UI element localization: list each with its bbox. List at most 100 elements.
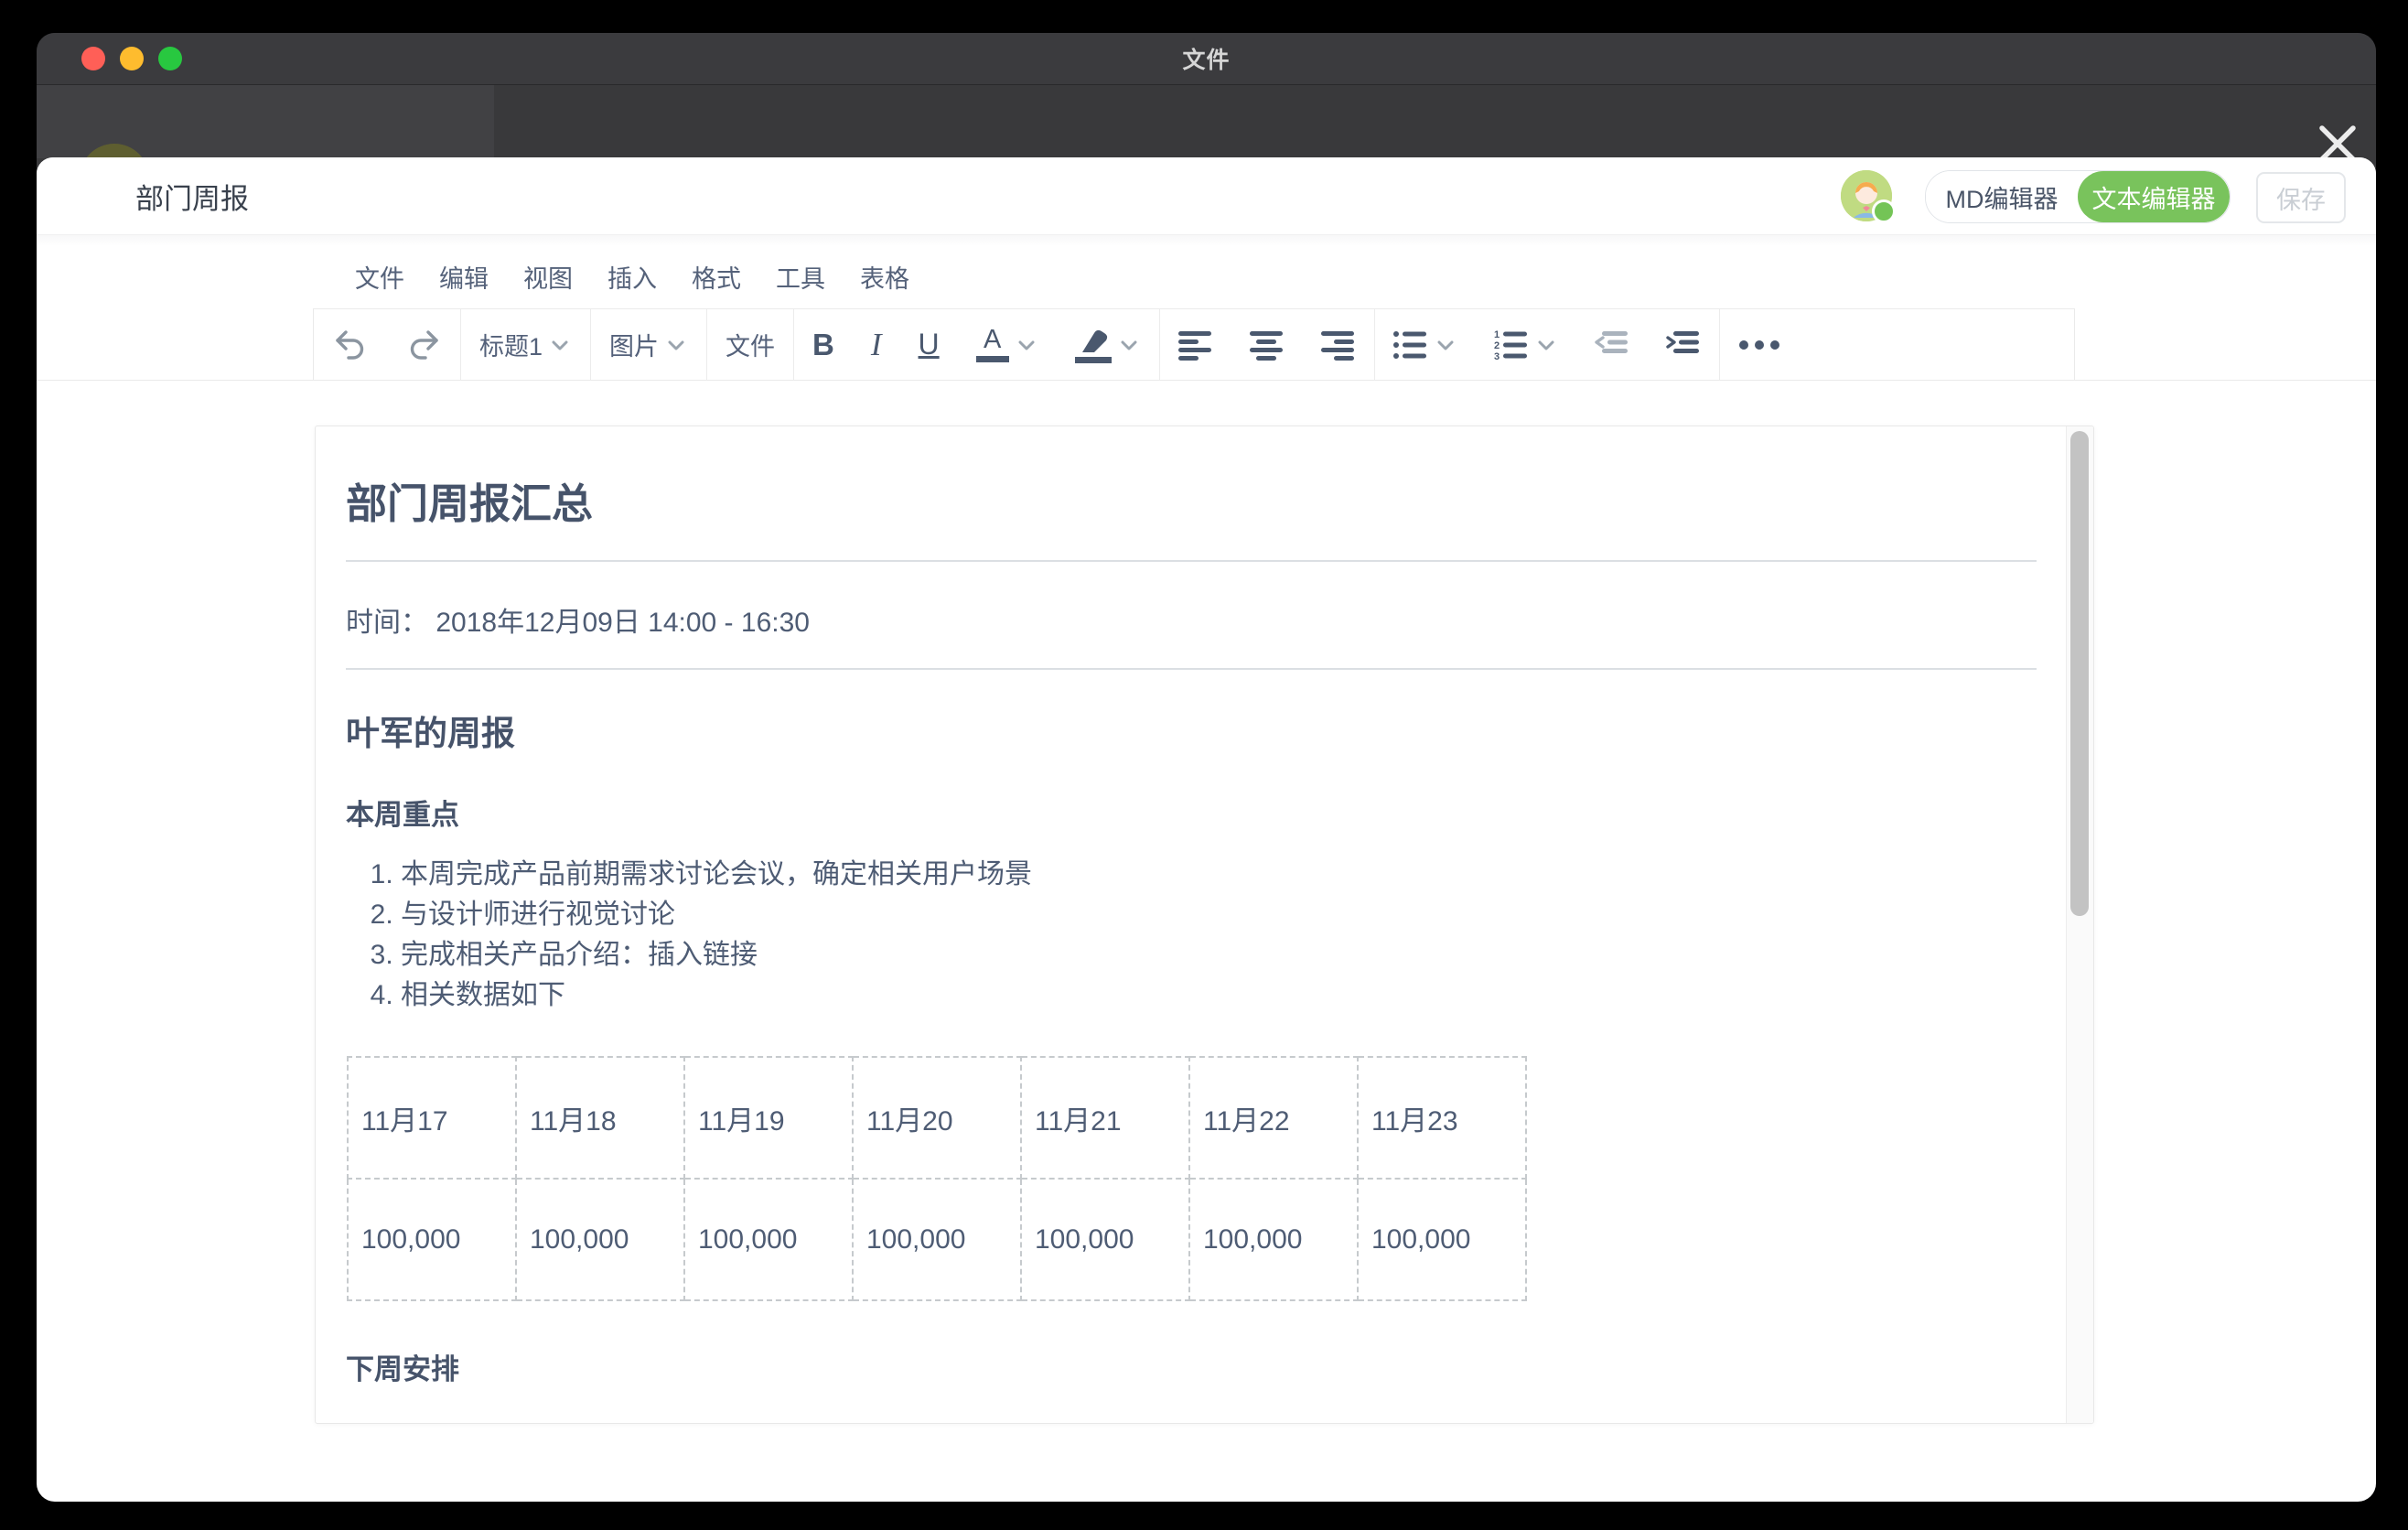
table-cell[interactable]: 100,000 xyxy=(348,1179,516,1300)
chevron-down-icon xyxy=(1534,333,1558,357)
table-cell[interactable]: 11月19 xyxy=(684,1057,853,1179)
italic-icon: I xyxy=(871,327,882,363)
horizontal-rule xyxy=(346,560,2037,562)
bullet-list-icon xyxy=(1393,329,1428,361)
text-editor-button[interactable]: 文本编辑器 xyxy=(2078,171,2230,222)
screen: 文件 部门周报 xyxy=(0,0,2408,1530)
menu-format[interactable]: 格式 xyxy=(690,255,743,298)
highlight-color-button[interactable] xyxy=(1057,309,1159,381)
menu-tools[interactable]: 工具 xyxy=(774,255,827,298)
window-title: 文件 xyxy=(1182,42,1230,75)
table-cell[interactable]: 100,000 xyxy=(684,1179,853,1300)
align-left-button[interactable] xyxy=(1160,309,1231,381)
more-options-button[interactable] xyxy=(1720,309,1801,381)
section-heading: 叶军的周报 xyxy=(346,706,515,755)
indent-icon xyxy=(1666,329,1701,361)
table-cell[interactable]: 11月21 xyxy=(1021,1057,1189,1179)
scrollbar-track[interactable] xyxy=(2066,426,2093,1423)
insert-image-label: 图片 xyxy=(609,327,659,362)
titlebar: 文件 xyxy=(37,33,2376,85)
redo-icon xyxy=(405,327,442,363)
closing-heading: 下周安排 xyxy=(346,1346,459,1387)
toolbar: 标题1 图片 文件 B xyxy=(313,308,2075,380)
insert-file-label: 文件 xyxy=(726,327,775,362)
md-editor-button[interactable]: MD编辑器 xyxy=(1926,171,2078,222)
underline-icon: U xyxy=(919,328,940,361)
data-table: 11月17 11月18 11月19 11月20 11月21 11月22 11月2… xyxy=(347,1056,1527,1301)
table-cell[interactable]: 100,000 xyxy=(516,1179,684,1300)
editor-document[interactable]: 部门周报汇总 时间： 2018年12月09日 14:00 - 16:30 叶军的… xyxy=(315,426,2094,1424)
more-icon xyxy=(1738,339,1782,350)
table-cell[interactable]: 11月17 xyxy=(348,1057,516,1179)
table-cell[interactable]: 100,000 xyxy=(1358,1179,1526,1300)
redo-button[interactable] xyxy=(387,309,460,381)
chevron-down-icon xyxy=(1015,333,1038,357)
heading-style-select[interactable]: 标题1 xyxy=(461,309,590,381)
menu-insert[interactable]: 插入 xyxy=(606,255,659,298)
weekly-highlights-list: 本周完成产品前期需求讨论会议，确定相关用户场景 与设计师进行视觉讨论 完成相关产… xyxy=(346,855,1032,1016)
bold-icon: B xyxy=(812,328,834,362)
save-button[interactable]: 保存 xyxy=(2256,172,2346,223)
table-row: 11月17 11月18 11月19 11月20 11月21 11月22 11月2… xyxy=(348,1057,1526,1179)
list-item: 本周完成产品前期需求讨论会议，确定相关用户场景 xyxy=(401,855,1032,895)
italic-button[interactable]: I xyxy=(853,309,900,381)
list-item: 相关数据如下 xyxy=(401,975,1032,1016)
close-window-button[interactable] xyxy=(81,47,105,70)
table-cell[interactable]: 11月18 xyxy=(516,1057,684,1179)
font-color-icon: A xyxy=(976,327,1009,362)
chevron-down-icon xyxy=(664,333,688,357)
align-right-button[interactable] xyxy=(1303,309,1374,381)
heading-style-label: 标题1 xyxy=(479,327,543,362)
document-title: 部门周报 xyxy=(135,157,249,234)
list-item: 完成相关产品介绍：插入链接 xyxy=(401,935,1032,975)
svg-text:1: 1 xyxy=(1494,329,1500,340)
numbered-list-icon: 1 2 3 xyxy=(1494,329,1529,361)
outdent-button[interactable] xyxy=(1576,309,1648,381)
time-line: 时间： 2018年12月09日 14:00 - 16:30 xyxy=(346,599,810,640)
table-cell[interactable]: 100,000 xyxy=(853,1179,1021,1300)
align-right-icon xyxy=(1321,329,1356,361)
table-cell[interactable]: 100,000 xyxy=(1021,1179,1189,1300)
menu-file[interactable]: 文件 xyxy=(353,255,406,298)
undo-button[interactable] xyxy=(314,309,387,381)
svg-text:3: 3 xyxy=(1494,351,1500,362)
highlighter-icon xyxy=(1075,327,1112,363)
table-cell[interactable]: 11月20 xyxy=(853,1057,1021,1179)
numbered-list-button[interactable]: 1 2 3 xyxy=(1476,309,1576,381)
header-shadow xyxy=(37,235,2376,246)
menubar: 文件 编辑 视图 插入 格式 工具 表格 xyxy=(353,246,911,307)
traffic-lights xyxy=(81,47,182,70)
subsection-heading: 本周重点 xyxy=(346,792,459,833)
bold-button[interactable]: B xyxy=(794,309,853,381)
underline-button[interactable]: U xyxy=(900,309,958,381)
document-content: 部门周报汇总 时间： 2018年12月09日 14:00 - 16:30 叶军的… xyxy=(316,426,2066,1423)
table-cell[interactable]: 11月22 xyxy=(1189,1057,1358,1179)
menu-edit[interactable]: 编辑 xyxy=(437,255,490,298)
toolbar-bottom-divider xyxy=(37,380,2376,381)
bullet-list-button[interactable] xyxy=(1375,309,1476,381)
undo-icon xyxy=(332,327,369,363)
scrollbar-thumb[interactable] xyxy=(2070,431,2089,916)
svg-text:2: 2 xyxy=(1494,340,1500,351)
app-window: 文件 部门周报 xyxy=(37,33,2376,1502)
table-cell[interactable]: 100,000 xyxy=(1189,1179,1358,1300)
editor-header: 部门周报 MD编辑器 文本编辑器 保存 xyxy=(37,157,2376,235)
align-center-button[interactable] xyxy=(1231,309,1303,381)
insert-image-button[interactable]: 图片 xyxy=(591,309,706,381)
menu-view[interactable]: 视图 xyxy=(521,255,575,298)
indent-button[interactable] xyxy=(1648,309,1719,381)
align-center-icon xyxy=(1250,329,1285,361)
avatar[interactable] xyxy=(1841,170,1892,221)
online-status-dot xyxy=(1872,199,1896,223)
chevron-down-icon xyxy=(548,333,572,357)
menu-table[interactable]: 表格 xyxy=(858,255,911,298)
editor-mode-toggle: MD编辑器 文本编辑器 xyxy=(1925,170,2231,223)
table-cell[interactable]: 11月23 xyxy=(1358,1057,1526,1179)
font-color-button[interactable]: A xyxy=(958,309,1057,381)
outdent-icon xyxy=(1595,329,1629,361)
chevron-down-icon xyxy=(1117,333,1141,357)
zoom-window-button[interactable] xyxy=(158,47,182,70)
minimize-window-button[interactable] xyxy=(120,47,144,70)
insert-file-button[interactable]: 文件 xyxy=(707,309,793,381)
chevron-down-icon xyxy=(1434,333,1457,357)
